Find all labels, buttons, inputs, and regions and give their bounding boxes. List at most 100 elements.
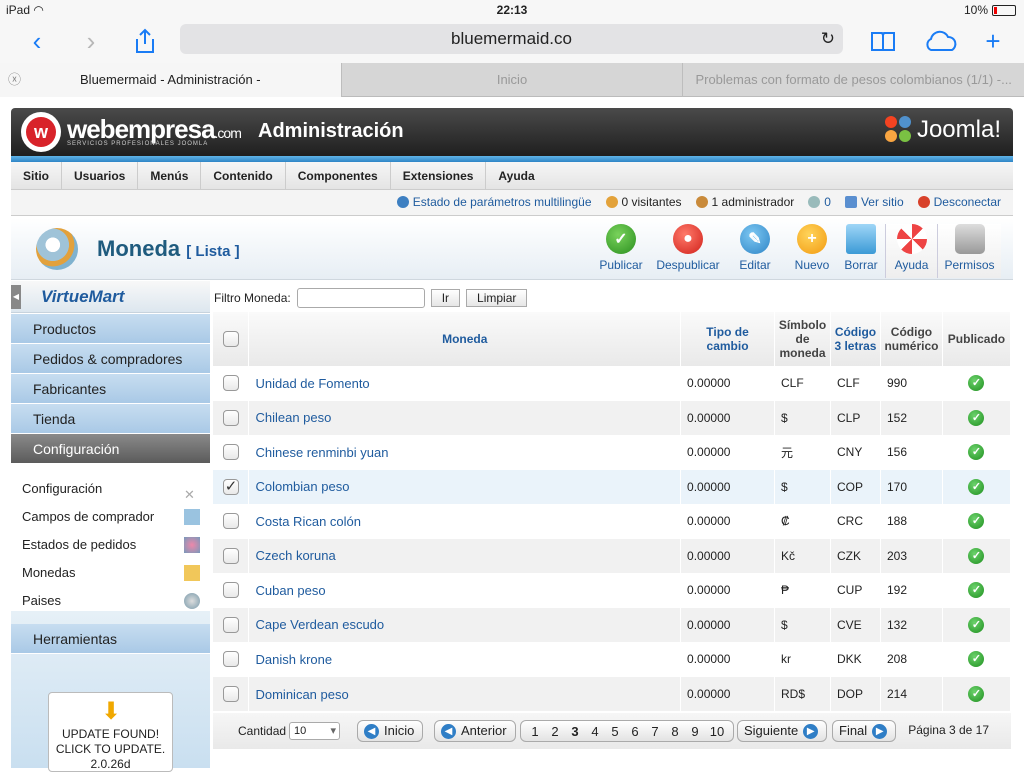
code-cell: CLP [830, 400, 881, 435]
row-checkbox[interactable] [222, 409, 239, 426]
currency-name-link[interactable]: Colombian peso [255, 479, 349, 494]
published-check-icon[interactable]: ✓ [968, 375, 985, 392]
new-tab-icon[interactable]: + [978, 26, 1008, 56]
row-checkbox[interactable] [222, 513, 239, 530]
first-page-button[interactable]: ◀ Inicio [357, 720, 424, 742]
page-link[interactable]: 9 [685, 724, 705, 739]
menu-menus[interactable]: Menús [138, 162, 202, 189]
sidebar-item-tienda[interactable]: Tienda [11, 404, 210, 434]
published-check-icon[interactable]: ✓ [968, 513, 985, 530]
sidebar-item-herramientas[interactable]: Herramientas [11, 624, 210, 654]
header-codigo3[interactable]: Código 3 letras [830, 312, 881, 366]
filter-input[interactable] [296, 288, 425, 308]
currency-name-link[interactable]: Chilean peso [255, 410, 331, 425]
subitem-estados-pedidos[interactable]: Estados de pedidos [11, 531, 210, 559]
unpublish-button[interactable]: ● Despublicar [653, 224, 723, 278]
currency-name-link[interactable]: Cape Verdean escudo [255, 617, 384, 632]
delete-button[interactable]: Borrar [837, 224, 885, 278]
row-checkbox[interactable] [222, 444, 239, 461]
forward-icon[interactable]: › [76, 26, 106, 56]
permissions-button[interactable]: Permisos [937, 224, 1001, 278]
menu-contenido[interactable]: Contenido [201, 162, 286, 189]
page-link[interactable]: 6 [625, 724, 645, 739]
numeric-cell: 214 [880, 676, 943, 711]
menu-sitio[interactable]: Sitio [11, 162, 62, 189]
row-checkbox[interactable] [222, 582, 239, 599]
back-icon[interactable]: ‹ [22, 26, 52, 56]
collapse-sidebar-icon[interactable]: ◀ [11, 285, 21, 309]
sidebar-item-configuracion[interactable]: Configuración [11, 434, 210, 464]
menu-ayuda[interactable]: Ayuda [486, 162, 546, 189]
currency-name-link[interactable]: Costa Rican colón [255, 514, 361, 529]
next-page-button[interactable]: Siguiente ▶ [737, 720, 828, 742]
subitem-monedas[interactable]: Monedas [11, 559, 210, 587]
prev-page-button[interactable]: ◀ Anterior [434, 720, 516, 742]
published-check-icon[interactable]: ✓ [968, 686, 985, 702]
edit-button[interactable]: ✎ Editar [723, 224, 787, 278]
page-link[interactable]: 10 [705, 724, 729, 739]
published-check-icon[interactable]: ✓ [968, 478, 985, 495]
numeric-cell: 188 [880, 503, 943, 539]
row-checkbox[interactable] [222, 375, 239, 392]
symbol-cell: ₡ [774, 503, 831, 539]
currency-name-link[interactable]: Unidad de Fomento [255, 376, 369, 391]
page-link[interactable]: 7 [645, 724, 665, 739]
header-tipo-cambio[interactable]: Tipo de cambio [680, 312, 775, 366]
sidebar-item-productos[interactable]: Productos [11, 314, 210, 344]
select-all-checkbox[interactable] [222, 330, 239, 347]
help-button[interactable]: Ayuda [885, 224, 937, 278]
tab-problemas[interactable]: Problemas con formato de pesos colombian… [682, 63, 1024, 97]
page-link[interactable]: 5 [605, 724, 625, 739]
share-icon[interactable] [130, 26, 160, 56]
last-page-button[interactable]: Final ▶ [832, 720, 897, 742]
subitem-configuracion[interactable]: Configuración ✕ [11, 475, 210, 503]
published-check-icon[interactable]: ✓ [968, 409, 985, 426]
filter-clear-button[interactable]: Limpiar [466, 289, 528, 307]
row-checkbox[interactable] [222, 651, 239, 668]
currency-name-link[interactable]: Cuban peso [255, 583, 325, 598]
row-checkbox[interactable] [222, 477, 239, 495]
subitem-paises[interactable]: Paises [11, 587, 210, 615]
subitem-campos-comprador[interactable]: Campos de comprador [11, 503, 210, 531]
menu-componentes[interactable]: Componentes [286, 162, 391, 189]
view-site-link[interactable]: Ver sitio [844, 195, 904, 209]
filter-go-button[interactable]: Ir [430, 289, 461, 307]
header-moneda[interactable]: Moneda [248, 312, 682, 366]
messages-count[interactable]: 0 [808, 195, 831, 209]
limit-select[interactable]: 10 [289, 722, 340, 740]
published-check-icon[interactable]: ✓ [968, 444, 985, 461]
page-link[interactable]: 8 [665, 724, 685, 739]
currency-name-link[interactable]: Czech koruna [255, 548, 335, 563]
table-row: Chinese renminbi yuan 0.00000 元 CNY 156 … [213, 434, 1012, 470]
multilang-status-link[interactable]: Estado de parámetros multilingüe [396, 195, 592, 209]
reload-icon[interactable]: ↻ [821, 24, 835, 54]
tab-inicio[interactable]: Inicio [340, 63, 683, 97]
form-icon [184, 509, 200, 525]
row-checkbox[interactable] [222, 686, 239, 702]
update-notice[interactable]: ⬇ UPDATE FOUND! CLICK TO UPDATE. 2.0.26d [48, 692, 173, 772]
currency-name-link[interactable]: Dominican peso [255, 687, 348, 702]
cloud-icon[interactable] [922, 26, 960, 56]
published-check-icon[interactable]: ✓ [968, 651, 985, 668]
close-tab-icon[interactable]: ⓧ [8, 63, 21, 97]
currency-name-link[interactable]: Chinese renminbi yuan [255, 445, 388, 460]
page-link[interactable]: 4 [585, 724, 605, 739]
logout-link[interactable]: Desconectar [917, 195, 1001, 209]
bookmarks-icon[interactable] [868, 26, 898, 56]
published-check-icon[interactable]: ✓ [968, 616, 985, 633]
publish-button[interactable]: ✓ Publicar [589, 224, 653, 278]
currency-name-link[interactable]: Danish krone [255, 652, 332, 667]
sidebar-item-fabricantes[interactable]: Fabricantes [11, 374, 210, 404]
new-button[interactable]: + Nuevo [787, 224, 837, 278]
row-checkbox[interactable] [222, 547, 239, 564]
menu-extensiones[interactable]: Extensiones [391, 162, 487, 189]
page-link[interactable]: 2 [545, 724, 565, 739]
page-link[interactable]: 1 [525, 724, 545, 739]
menu-usuarios[interactable]: Usuarios [62, 162, 139, 189]
row-checkbox[interactable] [222, 616, 239, 633]
sidebar-item-pedidos[interactable]: Pedidos & compradores [11, 344, 210, 374]
published-check-icon[interactable]: ✓ [968, 547, 985, 564]
tab-admin[interactable]: ⓧ Bluemermaid - Administración - [0, 63, 341, 97]
published-check-icon[interactable]: ✓ [968, 582, 985, 599]
url-bar[interactable]: bluemermaid.co ↻ [180, 24, 843, 54]
